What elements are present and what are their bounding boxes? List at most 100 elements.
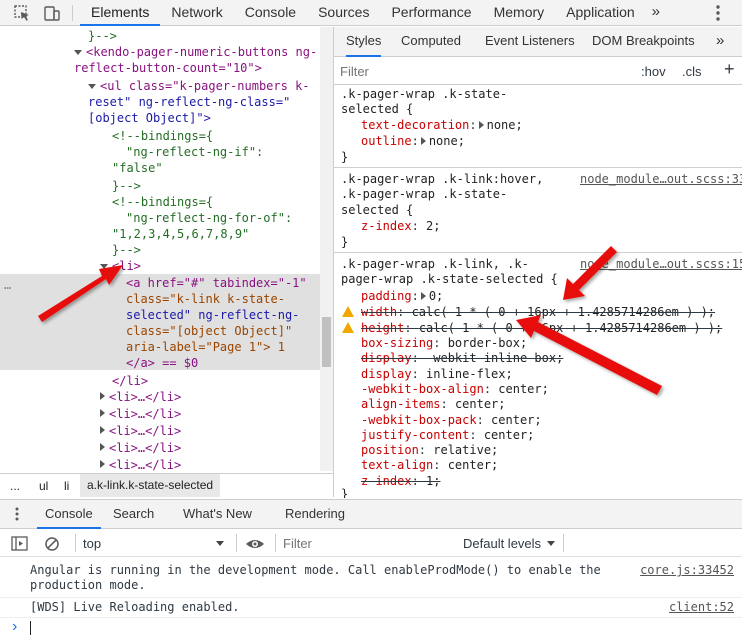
- dom-line-comment[interactable]: }-->: [112, 242, 141, 258]
- property-value[interactable]: center;: [491, 413, 542, 427]
- rule2-selector[interactable]: .k-pager-wrap .k-link:hover,: [341, 171, 543, 187]
- console-source-link[interactable]: core.js:33452: [640, 563, 734, 577]
- dom-line-li-close[interactable]: </li>: [112, 373, 148, 389]
- breadcrumb-li[interactable]: li: [64, 479, 69, 493]
- console-source-link[interactable]: client:52: [669, 600, 734, 614]
- dom-line-anchor-close[interactable]: </a> == $0: [126, 355, 198, 371]
- property-name[interactable]: display: [361, 367, 412, 381]
- rule3-decl-height[interactable]: height: calc( 1 * ( 0 + 16px + 1.4285714…: [361, 320, 722, 336]
- breadcrumb-ul[interactable]: ul: [39, 479, 48, 493]
- chevron-down-icon[interactable]: [216, 541, 224, 546]
- dom-line-anchor-attr[interactable]: class="[object Object]": [126, 323, 292, 339]
- rule3-decl[interactable]: text-align: center;: [361, 457, 498, 473]
- tab-memory[interactable]: Memory: [483, 0, 556, 26]
- property-name[interactable]: -webkit-box-pack: [361, 413, 477, 427]
- rule3-decl-width[interactable]: width: calc( 1 * ( 0 + 16px + 1.42857142…: [361, 304, 715, 320]
- tab-network[interactable]: Network: [160, 0, 233, 26]
- dom-line-comment[interactable]: <!--bindings={: [112, 194, 213, 210]
- rule1-decl[interactable]: text-decoration: none;: [361, 117, 523, 133]
- warning-icon[interactable]: [342, 322, 354, 333]
- tab-elements[interactable]: Elements: [80, 0, 161, 26]
- property-value[interactable]: inline-flex;: [426, 367, 513, 381]
- warning-icon[interactable]: [342, 306, 354, 317]
- property-value[interactable]: center;: [448, 458, 499, 472]
- dom-line-li-collapsed[interactable]: <li>…</li>: [100, 423, 181, 439]
- rule3-decl[interactable]: -webkit-box-pack: center;: [361, 412, 542, 428]
- dom-line-ul[interactable]: <ul class="k-pager-numbers k-: [88, 78, 310, 94]
- rule3-selector[interactable]: pager-wrap .k-state-selected {: [341, 271, 558, 287]
- rule3-decl[interactable]: display: inline-flex;: [361, 366, 513, 382]
- breadcrumb-ellipsis[interactable]: ...: [10, 479, 20, 493]
- property-name[interactable]: width: [361, 305, 397, 319]
- rule3-decl[interactable]: justify-content: center;: [361, 427, 534, 443]
- property-name[interactable]: position: [361, 443, 419, 457]
- dom-line-anchor[interactable]: <a href="#" tabindex="-1": [126, 275, 307, 291]
- hov-toggle[interactable]: :hov: [641, 64, 666, 79]
- property-name[interactable]: z-index: [361, 474, 412, 488]
- rule2-decl[interactable]: z-index: 2;: [361, 218, 440, 234]
- property-name[interactable]: -webkit-box-align: [361, 382, 484, 396]
- drawer-menu-icon[interactable]: [10, 506, 24, 522]
- property-name[interactable]: align-items: [361, 397, 440, 411]
- property-value[interactable]: -webkit-inline-box;: [426, 351, 563, 365]
- cls-toggle[interactable]: .cls: [682, 64, 702, 79]
- tab-console[interactable]: Console: [234, 0, 307, 26]
- property-value[interactable]: center;: [498, 382, 549, 396]
- expand-arrow-icon[interactable]: [74, 50, 82, 55]
- rule3-selector[interactable]: .k-pager-wrap .k-link, .k-: [341, 256, 529, 272]
- dom-line-anchor-attr[interactable]: class="k-link k-state-: [126, 291, 285, 307]
- tab-computed[interactable]: Computed: [401, 27, 461, 57]
- rule3-decl[interactable]: -webkit-box-align: center;: [361, 381, 549, 397]
- dom-line-comment[interactable]: "ng-reflect-ng-if":: [126, 144, 263, 160]
- property-name[interactable]: height: [361, 321, 404, 335]
- property-value[interactable]: center;: [484, 428, 535, 442]
- dom-line-ul-attr[interactable]: reset" ng-reflect-ng-class=": [88, 94, 290, 110]
- drawer-tab-whats-new[interactable]: What's New: [183, 500, 252, 529]
- console-filter-input[interactable]: [283, 534, 443, 553]
- eye-icon[interactable]: [245, 534, 265, 554]
- dom-line-kendo-pager-attr[interactable]: reflect-button-count="10">: [74, 60, 262, 76]
- expand-value-icon[interactable]: [420, 137, 426, 145]
- expand-value-icon[interactable]: [478, 121, 484, 129]
- tab-performance[interactable]: Performance: [380, 0, 482, 26]
- clear-console-icon[interactable]: [42, 534, 62, 554]
- dom-line-anchor-attr[interactable]: selected" ng-reflect-ng-: [126, 307, 299, 323]
- drawer-tab-console[interactable]: Console: [37, 500, 101, 529]
- dom-line-anchor-attr[interactable]: aria-label="Page 1"> 1: [126, 339, 285, 355]
- add-rule-button[interactable]: +: [724, 59, 735, 80]
- rule2-selector[interactable]: .k-pager-wrap .k-state-: [341, 186, 507, 202]
- dom-line-comment[interactable]: }-->: [112, 178, 141, 194]
- collapse-arrow-icon[interactable]: [100, 426, 105, 434]
- property-name[interactable]: padding: [361, 289, 412, 303]
- log-levels-dropdown[interactable]: Default levels: [463, 536, 541, 551]
- property-name[interactable]: box-sizing: [361, 336, 433, 350]
- styles-filter-input[interactable]: [340, 62, 620, 81]
- expand-arrow-icon[interactable]: [88, 84, 96, 89]
- dom-line-li-collapsed[interactable]: <li>…</li>: [100, 389, 181, 405]
- property-value[interactable]: center;: [455, 397, 506, 411]
- property-name[interactable]: text-align: [361, 458, 433, 472]
- property-value[interactable]: relative;: [433, 443, 498, 457]
- property-value[interactable]: calc( 1 * ( 0 + 16px + 1.4285714286em ) …: [419, 321, 722, 335]
- rule1-selector[interactable]: .k-pager-wrap .k-state-: [341, 86, 507, 102]
- dom-line-kendo-pager[interactable]: <kendo-pager-numeric-buttons ng-: [74, 44, 317, 60]
- chevron-down-icon[interactable]: [547, 541, 555, 546]
- collapse-arrow-icon[interactable]: [100, 392, 105, 400]
- property-value[interactable]: calc( 1 * ( 0 + 16px + 1.4285714286em ) …: [412, 305, 715, 319]
- rule2-source-link[interactable]: node_module…out.scss:33: [580, 171, 742, 187]
- sidebar-toggle-icon[interactable]: [10, 534, 30, 554]
- rule1-decl[interactable]: outline: none;: [361, 133, 465, 149]
- more-subtabs-button[interactable]: »: [716, 27, 724, 57]
- expand-arrow-icon[interactable]: [100, 264, 108, 269]
- rule3-decl[interactable]: box-sizing: border-box;: [361, 335, 527, 351]
- rule3-source-link[interactable]: node_module…out.scss:15: [580, 256, 742, 272]
- property-value[interactable]: none;: [487, 118, 523, 132]
- collapse-arrow-icon[interactable]: [100, 460, 105, 468]
- property-name[interactable]: display: [361, 351, 412, 365]
- dom-line-comment[interactable]: "ng-reflect-ng-for-of":: [126, 210, 292, 226]
- rule3-decl[interactable]: align-items: center;: [361, 396, 506, 412]
- tab-sources[interactable]: Sources: [307, 0, 380, 26]
- collapse-arrow-icon[interactable]: [100, 443, 105, 451]
- property-value[interactable]: 1;: [426, 474, 440, 488]
- tab-event-listeners[interactable]: Event Listeners: [485, 27, 575, 57]
